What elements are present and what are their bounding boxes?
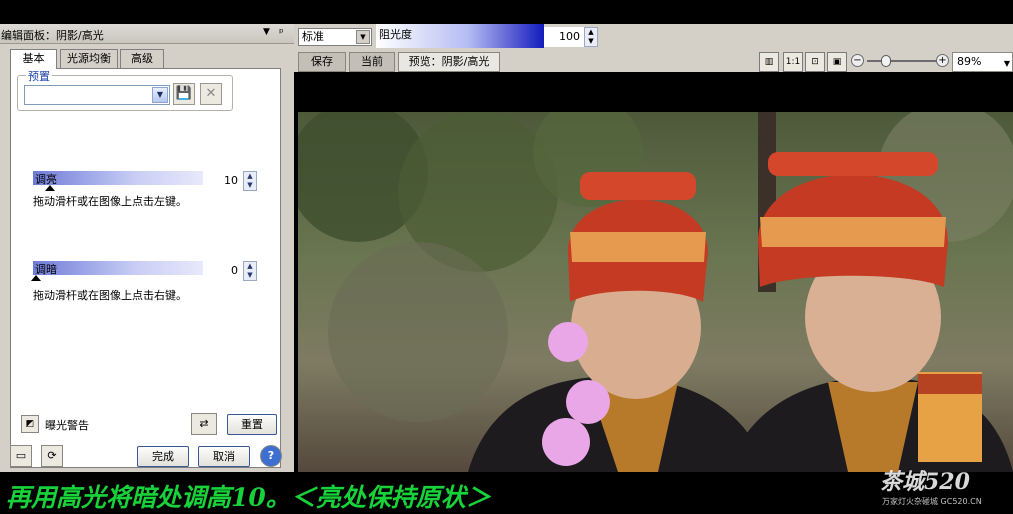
- zoom-value: 89%: [957, 55, 982, 68]
- lighten-hint: 拖动滑杆或在图像上点击左键。: [33, 195, 187, 208]
- zoom-in-button[interactable]: +: [936, 54, 949, 67]
- darken-value[interactable]: 0: [203, 261, 241, 281]
- opacity-spinner[interactable]: ▲ ▼: [584, 27, 598, 47]
- darken-slider[interactable]: 调暗 0 ▲ ▼: [31, 261, 257, 283]
- browse-button[interactable]: ⟳: [41, 445, 63, 467]
- minus-icon: −: [853, 55, 862, 66]
- lighten-track[interactable]: [33, 171, 203, 185]
- chevron-down-icon[interactable]: ▼: [1004, 55, 1010, 73]
- preset-group: 预置 ▼ 💾 ✕: [17, 68, 233, 111]
- ok-button[interactable]: 完成: [137, 446, 189, 467]
- fit-icon: ⊡: [811, 57, 819, 67]
- compare-icon: ⇄: [199, 417, 209, 430]
- delete-preset-button[interactable]: ✕: [200, 83, 222, 105]
- lighten-spinner[interactable]: ▲ ▼: [243, 171, 257, 191]
- floppy-disk-icon: 💾: [175, 86, 193, 101]
- preview-area: [294, 72, 1013, 472]
- tab-advanced[interactable]: 高级: [120, 49, 164, 68]
- close-icon: ✕: [205, 86, 217, 101]
- panel-icon: ▭: [15, 449, 27, 462]
- blend-mode-select[interactable]: 标准 ▼: [298, 28, 372, 46]
- tab-light-balance[interactable]: 光源均衡: [60, 49, 118, 68]
- save-preset-button[interactable]: 💾: [173, 83, 195, 105]
- chevron-down-icon[interactable]: ▼: [356, 30, 370, 44]
- exposure-warning-icon: ◩: [25, 419, 35, 429]
- actual-size-button[interactable]: 1:1: [783, 52, 803, 72]
- opacity-value[interactable]: 100: [544, 27, 584, 47]
- zoom-field[interactable]: 89% ▼: [952, 52, 1013, 72]
- photo-illustration: [298, 112, 1013, 472]
- zoom-slider-track[interactable]: [867, 60, 939, 62]
- panel-title: 编辑面板：阴影/高光: [1, 29, 104, 42]
- tab-current[interactable]: 当前: [349, 52, 395, 72]
- cancel-button[interactable]: 取消: [198, 446, 250, 467]
- preset-dropdown[interactable]: ▼: [24, 85, 170, 105]
- refresh-icon: ⟳: [47, 449, 57, 462]
- plus-icon: +: [938, 55, 947, 66]
- fit-window-button[interactable]: ⊡: [805, 52, 825, 72]
- histogram-icon: ▥: [764, 57, 774, 67]
- help-button[interactable]: ?: [260, 445, 282, 467]
- one-to-one-icon: 1:1: [785, 57, 801, 67]
- watermark-subtitle: 万家灯火杂碰城 GC520.CN: [882, 497, 982, 506]
- darken-hint: 拖动滑杆或在图像上点击右键。: [33, 289, 187, 302]
- darken-spinner[interactable]: ▲ ▼: [243, 261, 257, 281]
- opacity-slider[interactable]: 阻光度: [376, 24, 544, 48]
- reset-button[interactable]: 重置: [227, 414, 277, 435]
- help-icon: ?: [267, 449, 275, 462]
- zoom-slider-thumb[interactable]: [881, 55, 891, 67]
- lighten-thumb[interactable]: [45, 185, 55, 191]
- blend-mode-value: 标准: [302, 30, 324, 43]
- preset-legend: 预置: [26, 68, 52, 84]
- caption-text: 再用高光将暗处调高10。＜亮处保持原状＞: [6, 483, 491, 512]
- exposure-warning-toggle[interactable]: ◩: [21, 415, 39, 433]
- watermark-logo: 茶城520: [880, 469, 970, 495]
- preview-photo[interactable]: [298, 112, 1013, 472]
- edit-panel: 编辑面板：阴影/高光 ▼ ᵖ 基本 光源均衡 高级 预置 ▼ 💾 ✕ 调亮 10…: [0, 24, 294, 472]
- panel-toggle-button[interactable]: ▭: [10, 445, 32, 467]
- preview-toolbar: 标准 ▼ 阻光度 100 ▲ ▼ 保存 当前 预览：阴影/高光 ▥ 1:1 ⊡ ▣…: [294, 24, 1013, 72]
- lighten-slider[interactable]: 调亮 10 ▲ ▼: [33, 171, 257, 193]
- screen-icon: ▣: [832, 57, 842, 67]
- panel-menu-icon[interactable]: ▼: [263, 27, 270, 37]
- zoom-out-button[interactable]: −: [851, 54, 864, 67]
- panel-title-bar: 编辑面板：阴影/高光 ▼ ᵖ: [0, 24, 294, 44]
- tab-preview[interactable]: 预览：阴影/高光: [398, 52, 500, 72]
- histogram-button[interactable]: ▥: [759, 52, 779, 72]
- caption-bar: 再用高光将暗处调高10。＜亮处保持原状＞: [0, 472, 1013, 514]
- tab-saved[interactable]: 保存: [298, 52, 346, 72]
- full-view-button[interactable]: ▣: [827, 52, 847, 72]
- panel-body: 预置 ▼ 💾 ✕ 调亮 10 ▲ ▼ 拖动滑杆或在图像上点击左键。 调暗 0 ▲…: [10, 68, 281, 468]
- lighten-value[interactable]: 10: [203, 171, 241, 191]
- opacity-label: 阻光度: [379, 28, 412, 41]
- top-black-strip: [0, 0, 1013, 24]
- exposure-warning-label: 曝光警告: [45, 419, 89, 432]
- compare-button[interactable]: ⇄: [191, 413, 217, 435]
- darken-thumb[interactable]: [31, 275, 41, 281]
- site-watermark: 茶城520 万家灯火杂碰城 GC520.CN: [880, 464, 1010, 510]
- pin-icon[interactable]: ᵖ: [279, 26, 284, 39]
- chevron-down-icon[interactable]: ▼: [152, 87, 168, 103]
- tab-basic[interactable]: 基本: [10, 49, 57, 69]
- darken-track[interactable]: [33, 261, 203, 275]
